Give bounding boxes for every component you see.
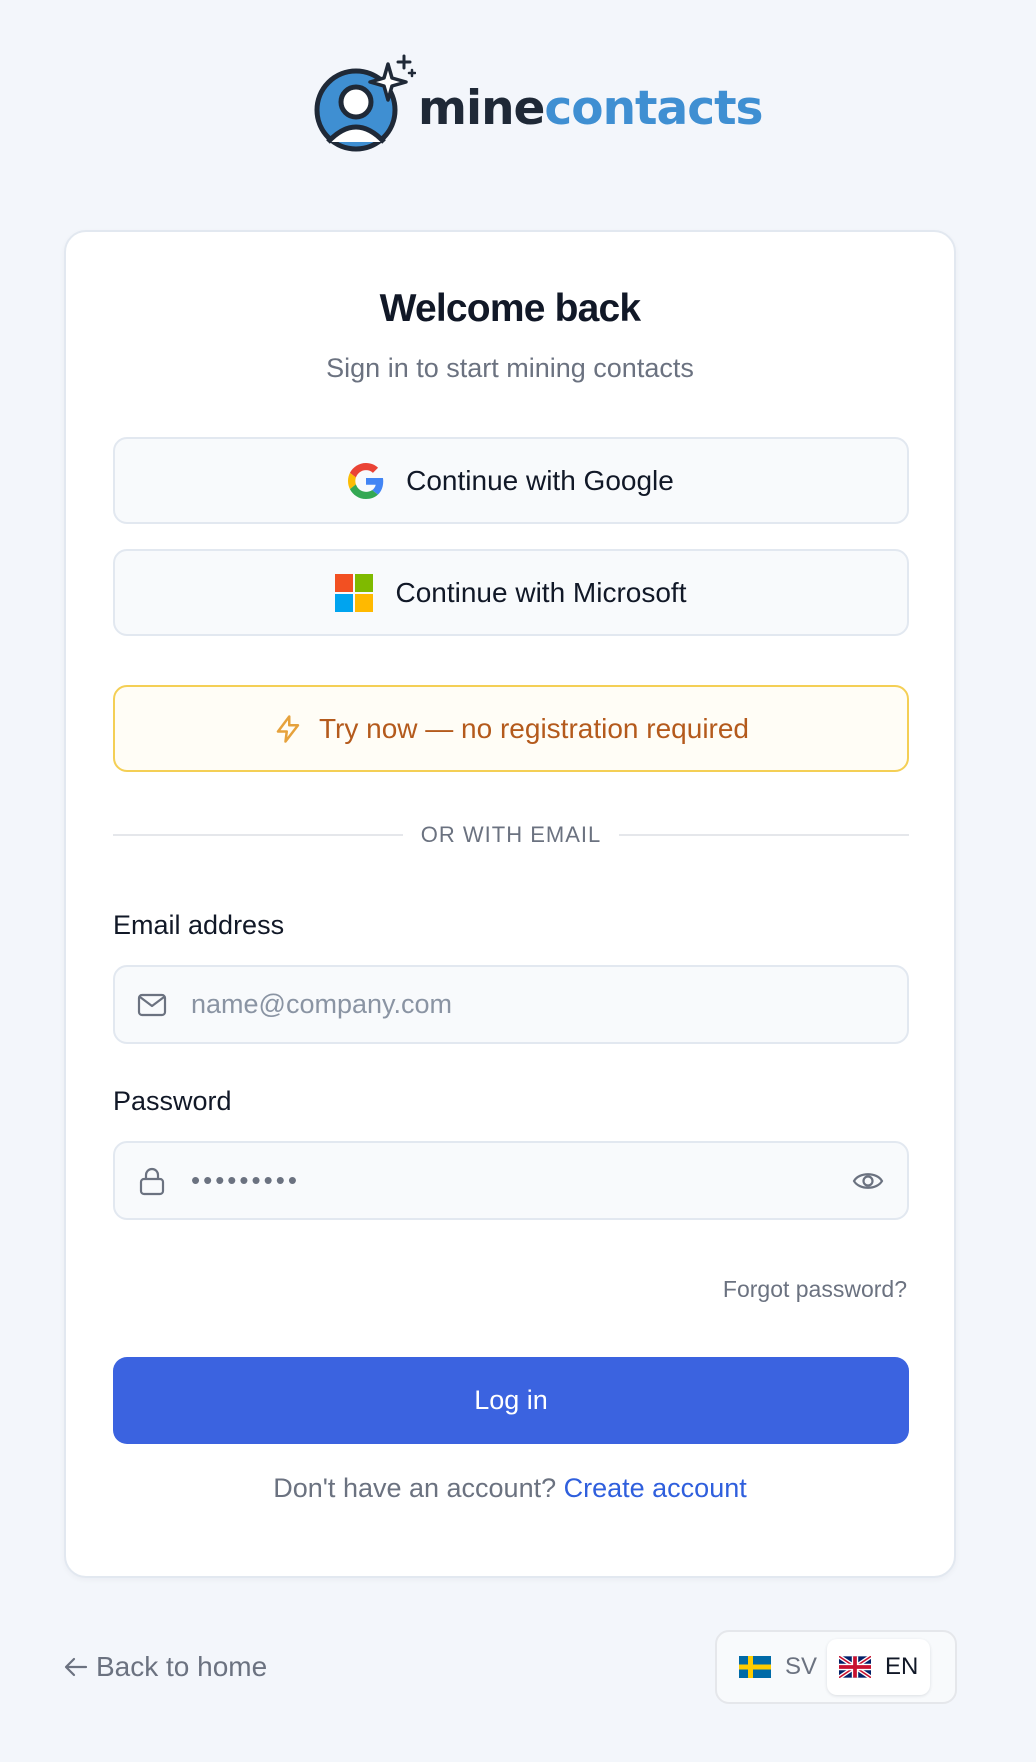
password-label: Password <box>113 1086 232 1116</box>
lock-icon <box>137 1166 167 1196</box>
language-option-sv[interactable]: SV <box>727 1639 823 1695</box>
eye-icon[interactable] <box>851 1164 885 1198</box>
back-to-home-link[interactable]: Back to home <box>64 1651 267 1683</box>
language-code-sv: SV <box>785 1653 818 1680</box>
language-switcher: SV EN <box>715 1630 957 1704</box>
back-to-home-label: Back to home <box>96 1651 268 1682</box>
divider: OR WITH EMAIL <box>113 822 910 848</box>
language-code-en: EN <box>885 1653 919 1680</box>
password-field-wrapper <box>113 1141 909 1220</box>
logo-text-contacts: contacts <box>544 80 763 136</box>
microsoft-signin-label: Continue with Microsoft <box>395 576 687 608</box>
login-button[interactable]: Log in <box>113 1357 909 1444</box>
brand-logo[interactable]: minecontacts <box>308 54 764 158</box>
create-account-link[interactable]: Create account <box>564 1473 747 1503</box>
microsoft-icon <box>335 573 374 612</box>
google-icon <box>348 462 384 499</box>
email-field[interactable] <box>189 966 907 1043</box>
microsoft-signin-button[interactable]: Continue with Microsoft <box>113 549 909 636</box>
google-signin-button[interactable]: Continue with Google <box>113 437 909 524</box>
forgot-password-link[interactable]: Forgot password? <box>723 1276 907 1303</box>
google-signin-label: Continue with Google <box>406 464 674 496</box>
divider-line-left <box>113 834 403 836</box>
login-button-label: Log in <box>474 1385 548 1415</box>
email-field-wrapper <box>113 965 909 1044</box>
language-option-en[interactable]: EN <box>827 1639 931 1695</box>
signup-prompt-text: Don't have an account? <box>273 1473 557 1503</box>
mail-icon <box>137 990 167 1020</box>
signup-prompt: Don't have an account? Create account <box>66 1473 954 1504</box>
divider-line-right <box>619 834 910 836</box>
page-subtitle: Sign in to start mining contacts <box>326 353 694 383</box>
arrow-left-icon <box>64 1656 88 1678</box>
lightning-icon <box>273 713 303 745</box>
uk-flag-icon <box>839 1656 871 1678</box>
sweden-flag-icon <box>739 1656 771 1678</box>
logo-wordmark: minecontacts <box>418 85 764 132</box>
logo-icon <box>308 54 417 158</box>
divider-text: OR WITH EMAIL <box>420 822 602 847</box>
email-label: Email address <box>113 910 285 940</box>
logo-text-mine: mine <box>418 80 545 136</box>
try-now-label: Try now — no registration required <box>318 712 750 744</box>
login-card: Welcome back Sign in to start mining con… <box>64 230 956 1578</box>
page-title: Welcome back <box>379 287 641 330</box>
password-field[interactable] <box>189 1142 851 1219</box>
try-now-button[interactable]: Try now — no registration required <box>113 685 909 772</box>
